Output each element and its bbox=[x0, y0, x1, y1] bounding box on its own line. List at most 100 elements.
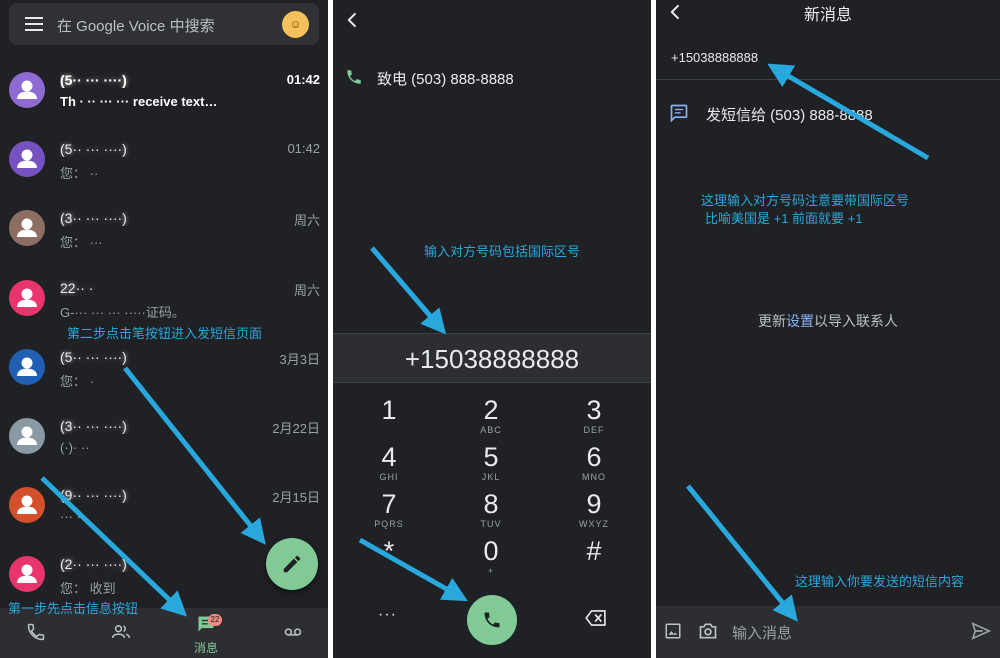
call-button[interactable] bbox=[467, 595, 517, 645]
phone-icon bbox=[27, 623, 45, 641]
annotation-recipient-2: 比喻美国是 +1 前面就要 +1 bbox=[705, 211, 863, 226]
nav-messages[interactable]: 22 消息 bbox=[176, 608, 236, 658]
contact-name: (3·· ··· ····) bbox=[60, 418, 127, 434]
dial-key[interactable]: 7 PQRS bbox=[354, 489, 424, 535]
account-avatar[interactable]: ☺ bbox=[282, 11, 309, 38]
dial-key[interactable]: 1 bbox=[354, 395, 424, 441]
key-letters: + bbox=[487, 566, 495, 576]
nav-voicemail[interactable] bbox=[262, 608, 322, 658]
person-icon bbox=[17, 564, 37, 583]
dialpad-panel: 致电 (503) 888-8888 +15038888888 1 2 ABC 3 DEF… bbox=[333, 0, 651, 658]
avatar bbox=[9, 556, 45, 592]
message-composer: 输入消息 bbox=[656, 606, 1000, 658]
message-time: 01:42 bbox=[286, 72, 320, 87]
dial-key[interactable]: 2 ABC bbox=[456, 395, 526, 441]
message-snippet: ··· ·· bbox=[60, 509, 86, 524]
import-contacts-note: 更新设置以导入联系人 bbox=[656, 311, 1000, 331]
call-suggestion[interactable]: 致电 (503) 888-8888 bbox=[377, 68, 514, 89]
conversation-row[interactable]: (5·· ··· ····) 01:42 Th · ·· ··· ··· recei… bbox=[0, 66, 328, 136]
note-suffix: 以导入联系人 bbox=[814, 313, 898, 329]
key-letters: GHI bbox=[379, 472, 399, 482]
key-digit: 0 bbox=[483, 536, 499, 566]
more-options[interactable]: ··· bbox=[378, 606, 397, 624]
message-time: 周六 bbox=[293, 283, 320, 298]
person-icon bbox=[17, 357, 37, 376]
settings-link[interactable]: 设置 bbox=[786, 313, 814, 329]
conversation-row[interactable]: (3·· ··· ····) 周六 您： ··· bbox=[0, 204, 328, 274]
search-input[interactable]: 在 Google Voice 中搜索 bbox=[57, 15, 215, 36]
contact-name: (9·· ··· ····) bbox=[60, 487, 127, 503]
avatar bbox=[9, 280, 45, 316]
key-letters: PQRS bbox=[374, 519, 404, 529]
recipient-input[interactable]: +15038888888 bbox=[671, 50, 758, 65]
key-digit: * bbox=[383, 536, 395, 566]
contact-name: (5·· ··· ····) bbox=[60, 72, 127, 88]
back-arrow-icon[interactable] bbox=[343, 10, 363, 30]
key-digit: 4 bbox=[381, 442, 397, 472]
sms-suggestion[interactable]: 发短信给 (503) 888-8888 bbox=[706, 104, 873, 125]
dial-key[interactable]: 5 JKL bbox=[456, 442, 526, 488]
conversation-row[interactable]: (5·· ··· ····) 01:42 您： ·· bbox=[0, 135, 328, 205]
key-digit: 1 bbox=[381, 395, 397, 425]
annotation-dial: 输入对方号码包括国际区号 bbox=[424, 244, 581, 259]
message-time: 周六 bbox=[293, 213, 320, 228]
menu-icon[interactable] bbox=[25, 17, 43, 31]
key-letters: TUV bbox=[480, 519, 502, 529]
person-icon bbox=[17, 149, 37, 168]
avatar bbox=[9, 72, 45, 108]
person-icon bbox=[17, 288, 37, 307]
key-digit: 2 bbox=[483, 395, 499, 425]
send-icon[interactable] bbox=[971, 622, 991, 640]
key-letters: DEF bbox=[583, 425, 605, 435]
dial-key[interactable]: 4 GHI bbox=[354, 442, 424, 488]
unread-badge: 22 bbox=[208, 614, 222, 626]
conversation-row[interactable]: (3·· ··· ····) 2月22日 (·)· ·· bbox=[0, 412, 328, 482]
person-icon bbox=[17, 218, 37, 237]
person-icon bbox=[17, 80, 37, 99]
dial-key[interactable]: 0 + bbox=[456, 536, 526, 582]
contact-name: (5·· ··· ····) bbox=[60, 141, 127, 157]
camera-icon[interactable] bbox=[698, 621, 718, 641]
page-title: 新消息 bbox=[803, 7, 852, 24]
image-icon[interactable] bbox=[664, 622, 682, 640]
message-snippet: G-··· ··· ··· ·····证码。 bbox=[60, 305, 185, 320]
pencil-icon bbox=[283, 555, 301, 573]
message-snippet: 您： ··· bbox=[60, 235, 103, 250]
dial-key[interactable]: # bbox=[559, 536, 629, 582]
dialed-number[interactable]: +15038888888 bbox=[333, 333, 651, 383]
compose-button[interactable] bbox=[266, 538, 318, 590]
dial-key[interactable]: 3 DEF bbox=[559, 395, 629, 441]
dial-key[interactable]: 8 TUV bbox=[456, 489, 526, 535]
message-snippet: 您： ·· bbox=[60, 166, 99, 181]
conversation-row[interactable]: (5·· ··· ····) 3月3日 您： · bbox=[0, 343, 328, 413]
search-bar[interactable]: 在 Google Voice 中搜索 ☺ bbox=[9, 3, 319, 45]
divider bbox=[656, 79, 1000, 80]
avatar bbox=[9, 487, 45, 523]
key-digit: 3 bbox=[586, 395, 602, 425]
key-letters: MNO bbox=[582, 472, 606, 482]
dial-key[interactable]: 9 WXYZ bbox=[559, 489, 629, 535]
avatar bbox=[9, 349, 45, 385]
new-message-panel: 新消息 +15038888888 发短信给 (503) 888-8888 更新设… bbox=[656, 0, 1000, 658]
phone-icon bbox=[484, 612, 500, 628]
phone-icon bbox=[347, 70, 361, 84]
dial-key[interactable]: 6 MNO bbox=[559, 442, 629, 488]
contact-name: 22·· · bbox=[60, 280, 94, 296]
dial-key[interactable]: * bbox=[354, 536, 424, 582]
message-input[interactable]: 输入消息 bbox=[732, 622, 792, 643]
message-time: 3月3日 bbox=[279, 352, 320, 367]
message-time: 2月22日 bbox=[272, 421, 320, 436]
annotation-recipient-1: 这理输入对方号码注意要带国际区号 bbox=[701, 193, 910, 208]
message-snippet: (·)· ·· bbox=[60, 440, 90, 455]
contact-name: (5·· ··· ····) bbox=[60, 349, 127, 365]
backspace-icon[interactable] bbox=[585, 610, 607, 626]
key-digit: 7 bbox=[381, 489, 397, 519]
annotation-compose: 这理输入你要发送的短信内容 bbox=[795, 574, 965, 589]
message-snippet: Th · ·· ··· ··· receive text… bbox=[60, 94, 218, 109]
key-letters: WXYZ bbox=[579, 519, 609, 529]
voicemail-icon bbox=[284, 628, 302, 636]
key-digit: 6 bbox=[586, 442, 602, 472]
message-time: 2月15日 bbox=[272, 490, 320, 505]
key-digit: # bbox=[586, 536, 602, 566]
avatar bbox=[9, 210, 45, 246]
